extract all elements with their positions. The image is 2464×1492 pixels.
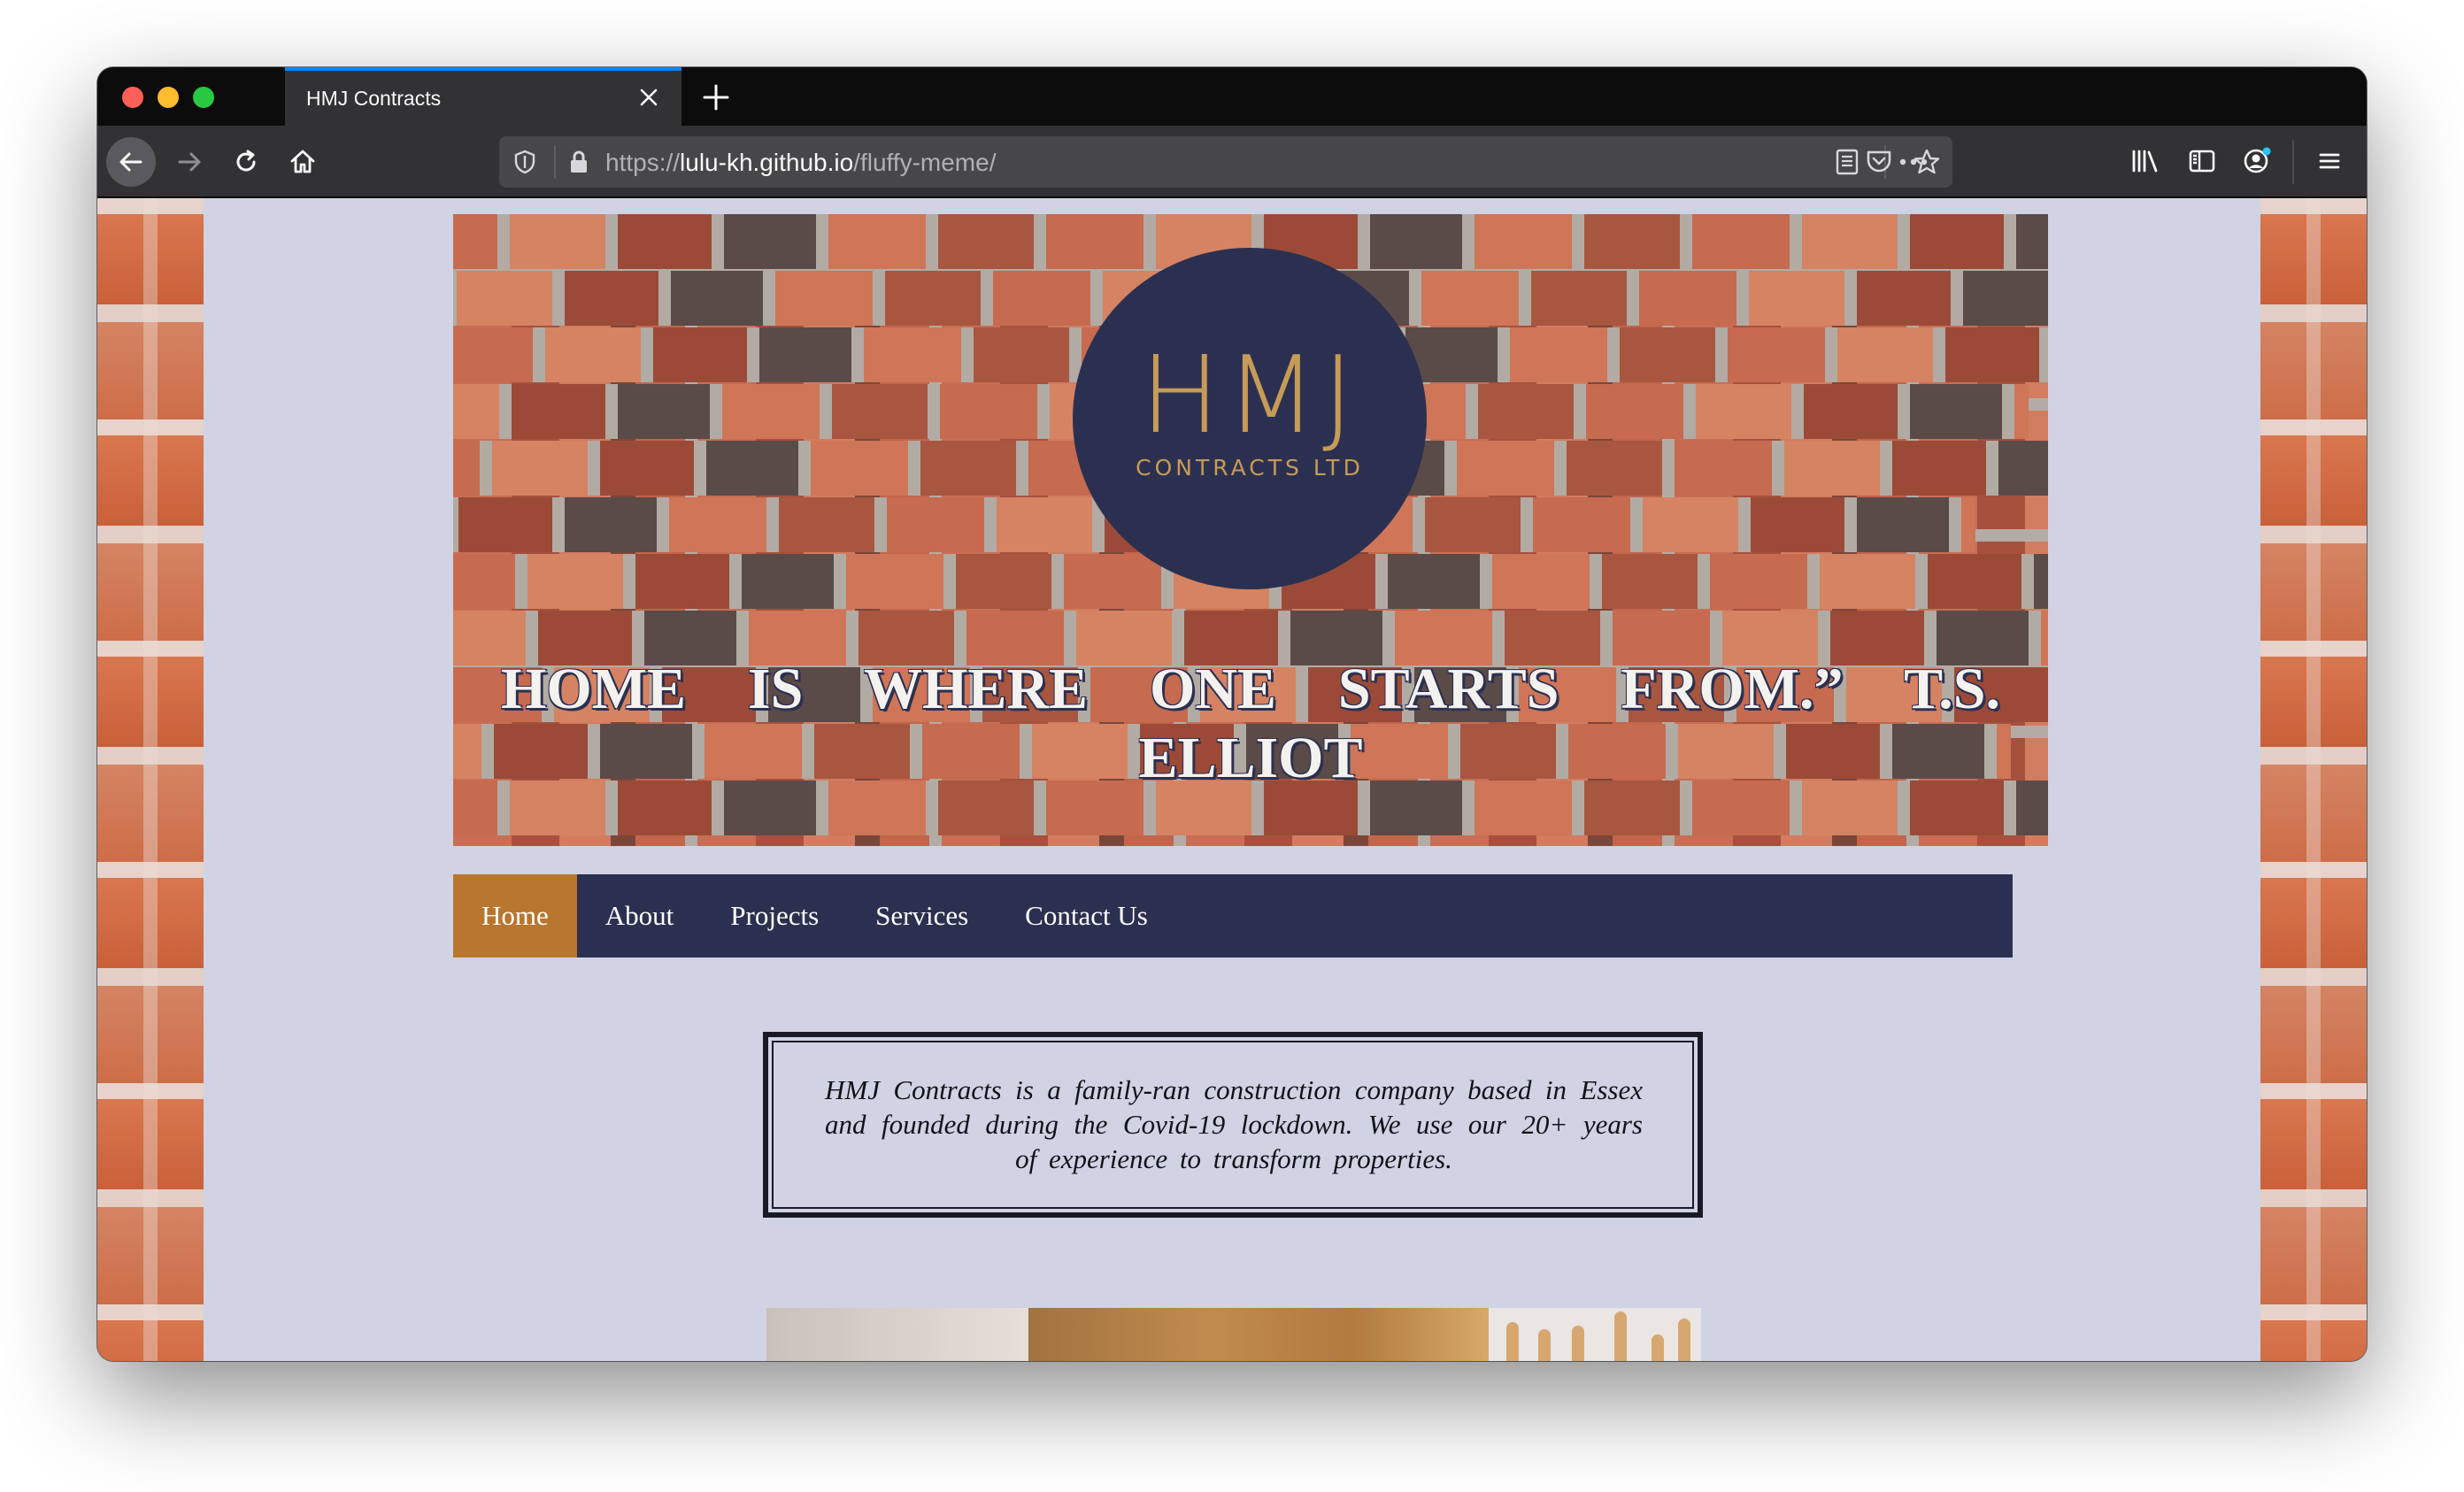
account-icon [2244, 147, 2271, 173]
browser-window: HMJ Contracts https://lulu-kh.github.io/… [97, 67, 2367, 1361]
url-bar[interactable]: https://lulu-kh.github.io/fluffy-meme/ [499, 136, 1952, 188]
tab-strip: HMJ Contracts [97, 67, 2367, 126]
library-icon [2132, 150, 2158, 173]
hero-banner: HMJ CONTRACTS LTD HOME IS WHERE ONE STAR… [453, 214, 2048, 846]
home-icon [290, 150, 315, 173]
page-background-right [2260, 198, 2367, 1361]
back-arrow-icon [119, 152, 142, 172]
account-button[interactable] [2234, 138, 2280, 184]
home-button[interactable] [278, 137, 327, 187]
close-window-button[interactable] [122, 87, 143, 108]
bookmark-star-icon[interactable] [1912, 147, 1942, 177]
project-photo [766, 1308, 1701, 1361]
reload-button[interactable] [221, 137, 271, 187]
page-viewport: HMJ CONTRACTS LTD HOME IS WHERE ONE STAR… [97, 198, 2367, 1361]
url-separator [554, 145, 556, 179]
forward-arrow-icon [178, 152, 201, 172]
close-icon[interactable] [634, 82, 664, 112]
hero-quote: HOME IS WHERE ONE STARTS FROM.” T.S. ELL… [501, 657, 2000, 790]
lock-icon[interactable] [566, 149, 591, 175]
menu-button[interactable] [2306, 138, 2352, 184]
tab-active[interactable]: HMJ Contracts [285, 67, 681, 126]
main-nav: Home About Projects Services Contact Us [453, 874, 2013, 957]
toolbar-divider [2292, 140, 2294, 184]
photo-peg [1572, 1326, 1584, 1361]
nav-item-services[interactable]: Services [847, 874, 997, 957]
back-button[interactable] [106, 137, 156, 187]
logo-main-text: HMJ [1140, 335, 1359, 458]
plus-icon[interactable] [699, 81, 733, 114]
company-logo: HMJ CONTRACTS LTD [1073, 248, 1427, 589]
pocket-icon[interactable] [1864, 148, 1894, 176]
zoom-window-button[interactable] [193, 87, 214, 108]
nav-item-projects[interactable]: Projects [702, 874, 847, 957]
navigation-toolbar: https://lulu-kh.github.io/fluffy-meme/ [97, 126, 2367, 198]
intro-text: HMJ Contracts is a family-ran constructi… [825, 1074, 1643, 1174]
photo-peg [1506, 1322, 1519, 1361]
logo-sub-text: CONTRACTS LTD [1136, 455, 1364, 481]
hamburger-menu-icon [2319, 153, 2340, 169]
url-host: lulu-kh.github.io [680, 149, 854, 176]
shield-icon[interactable] [512, 149, 538, 175]
url-prefix: https:// [605, 149, 681, 176]
photo-peg [1538, 1329, 1551, 1361]
sidebar-button[interactable] [2179, 138, 2225, 184]
tab-title: HMJ Contracts [306, 87, 442, 110]
forward-button[interactable] [165, 137, 214, 187]
library-button[interactable] [2122, 138, 2168, 184]
intro-box: HMJ Contracts is a family-ran constructi… [763, 1032, 1703, 1218]
page-background-left [97, 198, 204, 1361]
url-path: /fluffy-meme/ [853, 149, 997, 176]
photo-peg [1614, 1311, 1627, 1361]
photo-wall [766, 1308, 1032, 1361]
photo-wood-beam [1028, 1308, 1489, 1361]
nav-item-contact-us[interactable]: Contact Us [997, 874, 1176, 957]
sidebar-icon [2189, 150, 2215, 173]
photo-peg [1652, 1334, 1664, 1361]
reload-icon [236, 150, 256, 172]
url-text[interactable]: https://lulu-kh.github.io/fluffy-meme/ [605, 149, 996, 177]
nav-item-home[interactable]: Home [453, 874, 577, 957]
minimize-window-button[interactable] [158, 87, 179, 108]
page-content: HMJ CONTRACTS LTD HOME IS WHERE ONE STAR… [204, 198, 2260, 1361]
nav-item-about[interactable]: About [577, 874, 703, 957]
photo-peg [1678, 1319, 1690, 1361]
reader-view-icon[interactable] [1834, 148, 1860, 176]
